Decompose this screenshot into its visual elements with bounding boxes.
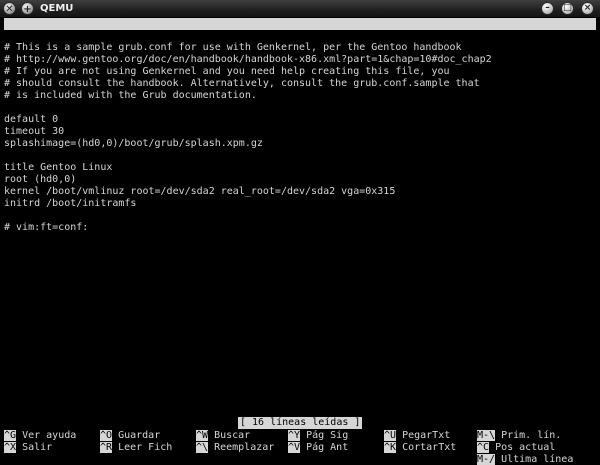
- shortcut-key: ^V: [288, 442, 301, 453]
- shortcut-label: PegarTxt: [402, 430, 451, 441]
- maximize-button[interactable]: □: [561, 2, 574, 15]
- shortcut-key: M-/: [477, 454, 496, 465]
- editor-line[interactable]: # http://www.gentoo.org/doc/en/handbook/…: [4, 54, 492, 66]
- qemu-window: ✕ + QEMU – □ × GNU nano 2.3.1 Fichero: /…: [0, 0, 600, 465]
- shortcut-label: Pág Sig: [306, 430, 349, 441]
- shortcut-label: Pos actual: [495, 442, 556, 453]
- editor-line[interactable]: # If you are not using Genkernel and you…: [4, 66, 450, 78]
- shortcut-first-line[interactable]: M-\ Prim. lín.: [477, 430, 561, 442]
- shortcut-cursor-pos[interactable]: ^C Pos actual: [477, 442, 555, 454]
- add-icon[interactable]: +: [21, 2, 34, 15]
- shortcut-help[interactable]: ^G Ver ayuda: [4, 430, 76, 442]
- shortcut-last-line[interactable]: M-/ Ultima línea: [477, 454, 573, 465]
- shortcut-key: ^C: [477, 442, 490, 453]
- shortcut-cut[interactable]: ^K CortarTxt: [384, 442, 456, 454]
- editor-line[interactable]: title Gentoo Linux: [4, 162, 112, 174]
- shortcut-read-file[interactable]: ^R Leer Fich: [100, 442, 172, 454]
- editor-line[interactable]: kernel /boot/vmlinuz root=/dev/sda2 real…: [4, 186, 395, 198]
- shortcut-label: Buscar: [214, 430, 251, 441]
- shortcut-label: Leer Fich: [118, 442, 173, 453]
- editor-line[interactable]: initrd /boot/initramfs: [4, 198, 136, 210]
- editor-line[interactable]: # vim:ft=conf:: [4, 222, 88, 234]
- shortcut-key: ^U: [384, 430, 397, 441]
- nano-header-bar: GNU nano 2.3.1 Fichero: /boot/grub/grub.…: [4, 18, 596, 53]
- shortcut-paste[interactable]: ^U PegarTxt: [384, 430, 450, 442]
- shortcut-key: ^R: [100, 442, 113, 453]
- shortcut-label: Prim. lín.: [501, 430, 562, 441]
- shortcut-label: Guardar: [118, 430, 161, 441]
- shortcut-key: ^G: [4, 430, 17, 441]
- shortcut-label: Salir: [22, 442, 53, 453]
- editor-line[interactable]: # should consult the handbook. Alternati…: [4, 78, 480, 90]
- status-message: [ 16 líneas leídas ]: [238, 417, 363, 429]
- shortcut-next-page[interactable]: ^Y Pág Sig: [288, 430, 348, 442]
- shortcut-label: Ver ayuda: [22, 430, 77, 441]
- editor-line[interactable]: root (hd0,0): [4, 174, 76, 186]
- shortcut-key: ^X: [4, 442, 17, 453]
- shortcut-search[interactable]: ^W Buscar: [196, 430, 250, 442]
- editor-line[interactable]: # is included with the Grub documentatio…: [4, 90, 257, 102]
- shortcut-replace[interactable]: ^\ Reemplazar: [196, 442, 274, 454]
- shortcut-save[interactable]: ^O Guardar: [100, 430, 160, 442]
- window-title: QEMU: [40, 3, 74, 14]
- shortcut-key: ^Y: [288, 430, 301, 441]
- window-menu-icon[interactable]: ✕: [3, 2, 16, 15]
- shortcut-key: ^W: [196, 430, 209, 441]
- shortcut-label: Ultima línea: [501, 454, 574, 465]
- terminal-screen[interactable]: GNU nano 2.3.1 Fichero: /boot/grub/grub.…: [0, 18, 600, 465]
- shortcut-label: CortarTxt: [402, 442, 457, 453]
- shortcut-key: ^\: [196, 442, 209, 453]
- nano-version: GNU nano 2.3.1: [16, 30, 101, 41]
- shortcut-label: Pág Ant: [306, 442, 349, 453]
- shortcut-label: Reemplazar: [214, 442, 275, 453]
- minimize-button[interactable]: –: [541, 2, 554, 15]
- close-button[interactable]: ×: [581, 2, 594, 15]
- title-bar[interactable]: ✕ + QEMU – □ ×: [0, 0, 600, 18]
- shortcut-exit[interactable]: ^X Salir: [4, 442, 52, 454]
- shortcut-prev-page[interactable]: ^V Pág Ant: [288, 442, 348, 454]
- editor-line[interactable]: # This is a sample grub.conf for use wit…: [4, 42, 462, 54]
- shortcut-key: M-\: [477, 430, 496, 441]
- shortcut-key: ^K: [384, 442, 397, 453]
- shortcut-key: ^O: [100, 430, 113, 441]
- editor-line[interactable]: splashimage=(hd0,0)/boot/grub/splash.xpm…: [4, 138, 263, 150]
- editor-line[interactable]: timeout 30: [4, 126, 64, 138]
- editor-line[interactable]: default 0: [4, 114, 58, 126]
